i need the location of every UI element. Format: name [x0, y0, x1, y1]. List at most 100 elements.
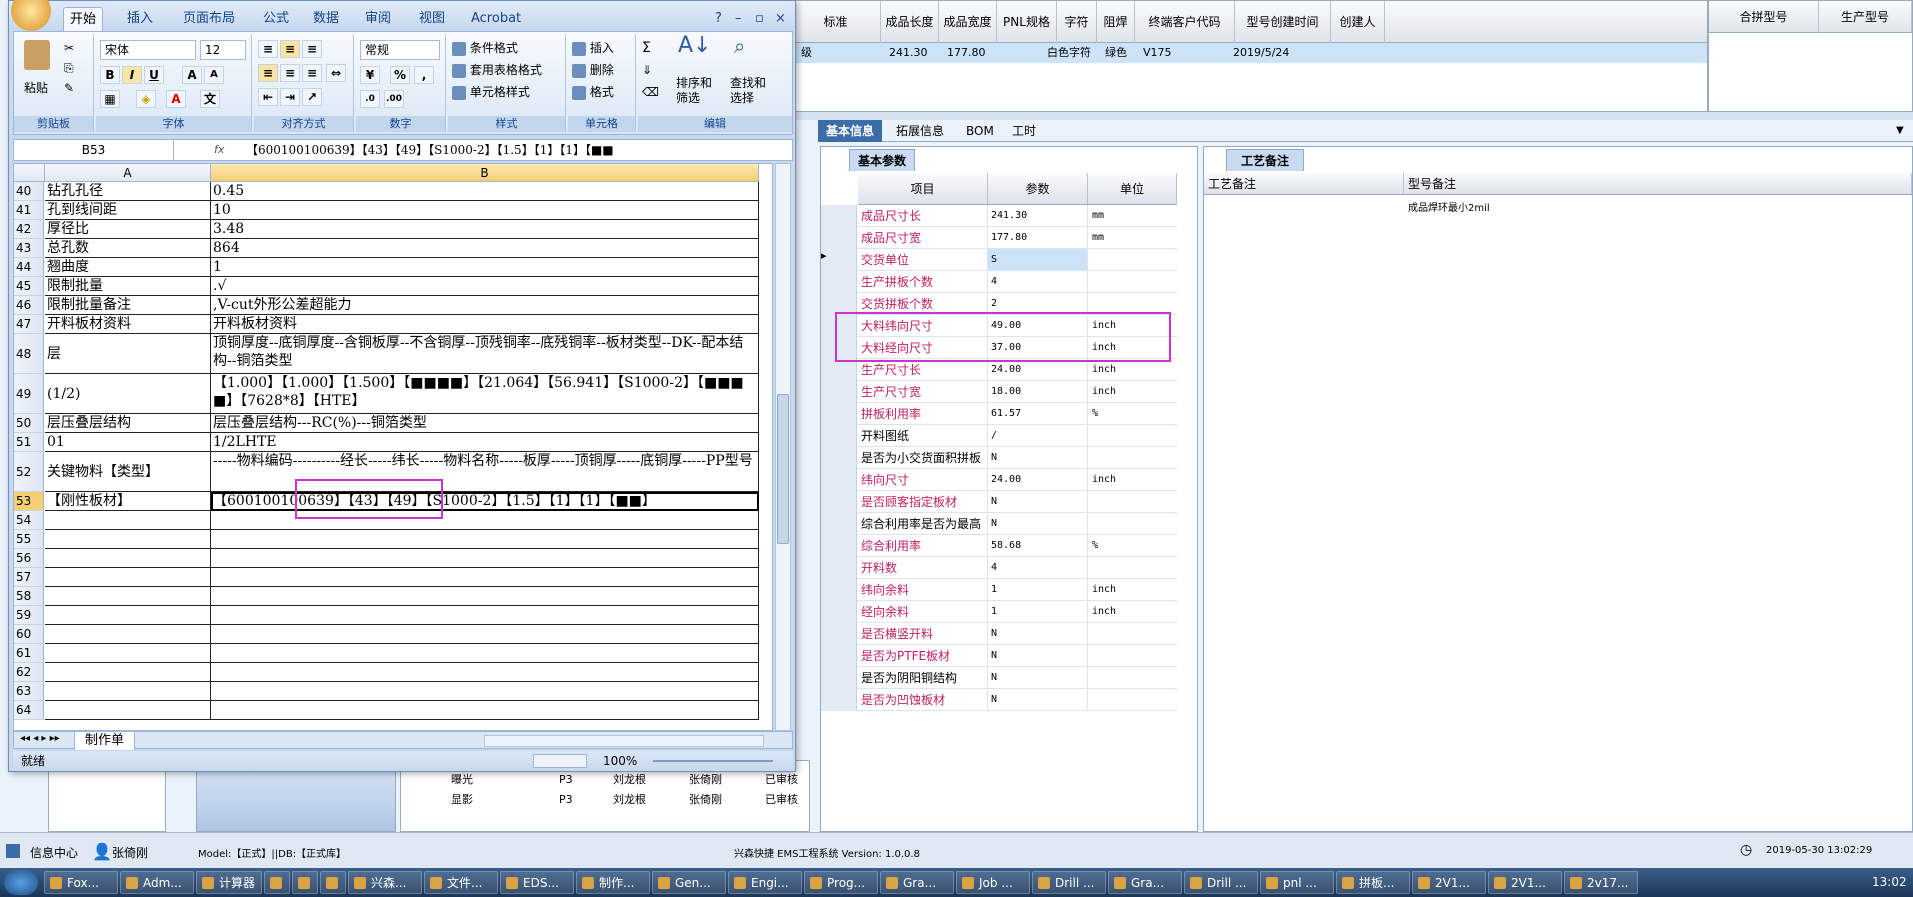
align-left-icon[interactable]: ≡ — [258, 64, 278, 82]
col-header[interactable]: 阻焊 — [1097, 1, 1135, 43]
taskbar-item[interactable]: Drill ... — [1032, 871, 1106, 894]
param-row[interactable]: ▸ 交货单位 S — [821, 249, 1177, 271]
taskbar-item[interactable]: 拼板... — [1336, 871, 1410, 894]
param-value[interactable]: 58.68 — [988, 535, 1088, 557]
row-header[interactable]: 55 — [14, 530, 44, 549]
col-header[interactable]: 型号备注 — [1404, 173, 1912, 195]
cell-a[interactable] — [45, 701, 211, 720]
cell-a[interactable] — [45, 549, 211, 568]
cell-b[interactable] — [211, 568, 759, 587]
param-row[interactable]: 经向余料 1 inch — [821, 601, 1177, 623]
close-icon[interactable]: × — [769, 7, 792, 31]
cell-b[interactable]: .√ — [211, 277, 759, 296]
param-row[interactable]: 成品尺寸长 241.30 mm — [821, 205, 1177, 227]
splitter[interactable] — [790, 112, 1913, 120]
sort-filter-button[interactable]: 排序和 筛选 — [676, 76, 712, 106]
find-select-icon[interactable]: ⌕ — [734, 36, 745, 56]
cell-a[interactable]: 限制批量备注 — [45, 296, 211, 315]
col-header[interactable]: 成品宽度 — [939, 1, 997, 43]
tab-acrobat[interactable]: Acrobat — [465, 7, 527, 31]
row-header[interactable]: 59 — [14, 606, 44, 625]
cell-a[interactable] — [45, 606, 211, 625]
name-box[interactable]: B53 — [14, 140, 174, 160]
taskbar-item[interactable] — [292, 871, 318, 894]
param-row[interactable]: 是否为阴阳铜结构 N — [821, 667, 1177, 689]
minimize-icon[interactable]: – — [729, 7, 748, 31]
order-grid[interactable]: 标准 成品长度 成品宽度 PNL规格 字符 阻焊 终端客户代码 型号创建时间 创… — [790, 0, 1708, 112]
sort-filter-icon[interactable]: A↓ — [678, 35, 711, 57]
tab-extended-info[interactable]: 拓展信息 — [888, 120, 952, 142]
taskbar-item[interactable]: 计算器 — [196, 871, 262, 894]
underline-button[interactable]: U — [144, 66, 164, 84]
outdent-icon[interactable]: ⇤ — [258, 88, 278, 106]
cell-a[interactable]: (1/2) — [45, 374, 211, 414]
cell-b[interactable] — [211, 606, 759, 625]
decrease-decimal-icon[interactable]: .00 — [384, 90, 404, 108]
param-row[interactable]: 是否为PTFE板材 N — [821, 645, 1177, 667]
row-indicator[interactable] — [821, 447, 857, 469]
cell-a[interactable] — [45, 530, 211, 549]
phonetic-icon[interactable]: 文 — [200, 90, 220, 108]
taskbar-item[interactable]: 2v17... — [1564, 871, 1638, 894]
param-row[interactable]: 是否顾客指定板材 N — [821, 491, 1177, 513]
param-row[interactable]: 是否横竖开料 N — [821, 623, 1177, 645]
row-indicator[interactable] — [821, 381, 857, 403]
view-buttons[interactable] — [533, 754, 587, 768]
font-name-select[interactable]: 宋体 — [100, 40, 196, 60]
row-header[interactable]: 46 — [14, 296, 44, 315]
cell-a[interactable]: 开料板材资料 — [45, 315, 211, 334]
help-icon[interactable]: ? — [709, 7, 728, 31]
orientation-icon[interactable]: ↗ — [302, 88, 322, 106]
tree-row[interactable]: 显影 P3 刘龙根 张倚刚 已审核 — [401, 791, 809, 809]
row-indicator[interactable] — [821, 579, 857, 601]
row-header[interactable]: 64 — [14, 701, 44, 720]
conditional-format-button[interactable]: 条件格式 — [452, 40, 518, 56]
param-value[interactable]: N — [988, 491, 1088, 513]
autosum-icon[interactable]: Σ — [642, 40, 651, 56]
taskbar-item[interactable]: 兴森... — [348, 871, 422, 894]
param-value[interactable]: N — [988, 645, 1088, 667]
number-format-select[interactable]: 常规 — [360, 40, 440, 60]
cell-a[interactable] — [45, 587, 211, 606]
cell-a[interactable]: 关键物料【类型】 — [45, 452, 211, 492]
cell-a[interactable]: 层 — [45, 334, 211, 374]
taskbar-item[interactable]: Fox... — [44, 871, 118, 894]
tab-formulas[interactable]: 公式 — [257, 7, 295, 31]
font-color-icon[interactable]: A — [166, 90, 186, 108]
zoom-slider[interactable] — [653, 760, 773, 762]
param-row[interactable]: 纬向尺寸 24.00 inch — [821, 469, 1177, 491]
cut-icon[interactable]: ✂ — [64, 40, 74, 56]
param-value[interactable]: 61.57 — [988, 403, 1088, 425]
row-header[interactable]: 43 — [14, 239, 44, 258]
align-right-icon[interactable]: ≡ — [302, 64, 322, 82]
row-header[interactable]: 45 — [14, 277, 44, 296]
param-value[interactable]: 18.00 — [988, 381, 1088, 403]
cell-b[interactable] — [211, 587, 759, 606]
taskbar-item[interactable]: Gen... — [652, 871, 726, 894]
office-button[interactable] — [11, 0, 51, 31]
row-header[interactable]: 47 — [14, 315, 44, 334]
merge-grid[interactable]: 合拼型号 生产型号 — [1708, 0, 1913, 112]
clear-icon[interactable]: ⌫ — [642, 84, 659, 100]
cell-a[interactable] — [45, 625, 211, 644]
taskbar-item[interactable]: Gra... — [880, 871, 954, 894]
row-header[interactable]: 60 — [14, 625, 44, 644]
cell-b[interactable]: 1/2LHTE — [211, 433, 759, 452]
row-header[interactable]: 40 — [14, 182, 44, 201]
row-indicator[interactable] — [821, 557, 857, 579]
row-indicator[interactable] — [821, 513, 857, 535]
col-header[interactable]: PNL规格 — [997, 1, 1057, 43]
table-format-button[interactable]: 套用表格格式 — [452, 62, 542, 78]
row-header[interactable]: 49 — [14, 374, 44, 414]
cell-b[interactable]: 【600100100639】【43】【49】【S1000-2】【1.5】【1】【… — [211, 492, 759, 511]
col-header[interactable]: 型号创建时间 — [1235, 1, 1331, 43]
tree-row[interactable]: 曝光 P3 刘龙根 张倚刚 已审核 — [401, 771, 809, 789]
borders-icon[interactable]: ▦ — [100, 90, 120, 108]
formula-input[interactable]: 【600100100639】【43】【49】【S1000-2】【1.5】【1】【… — [246, 140, 766, 160]
param-value[interactable]: 24.00 — [988, 359, 1088, 381]
cell-a[interactable]: 【刚性板材】 — [45, 492, 211, 511]
tab-bom[interactable]: BOM — [958, 120, 1002, 142]
start-button[interactable] — [4, 870, 38, 895]
param-row[interactable]: 综合利用率 58.68 % — [821, 535, 1177, 557]
row-header[interactable]: 58 — [14, 587, 44, 606]
